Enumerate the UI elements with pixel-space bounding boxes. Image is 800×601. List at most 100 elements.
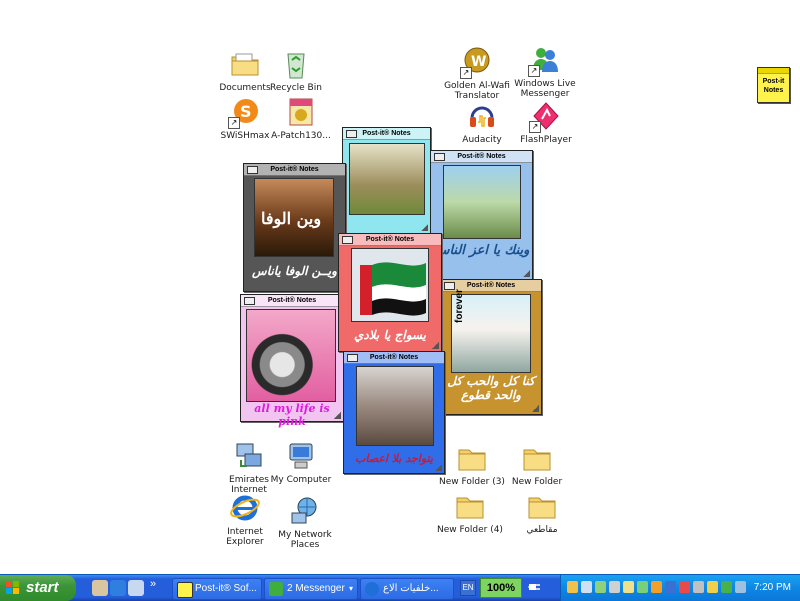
resize-grip[interactable]: [432, 342, 439, 349]
note-caption: وينك يا اعز الناس: [433, 243, 530, 258]
tray-icon-13[interactable]: [735, 581, 746, 593]
icon-label: Recycle Bin: [270, 83, 322, 93]
folder-icon: [521, 442, 553, 474]
desktop-icon-windows-live-messenger[interactable]: Windows Live Messenger: [508, 44, 582, 99]
task-label: Post-it® Sof...: [195, 583, 257, 594]
resize-grip[interactable]: [523, 270, 530, 277]
note-cyan[interactable]: Post-it® Notes: [342, 127, 431, 234]
messenger-tray-icon[interactable]: [595, 581, 606, 593]
computer-icon: [285, 440, 317, 472]
note-header: Post-it® Notes: [339, 234, 441, 246]
note-photo: [246, 309, 336, 402]
tray-icon-4[interactable]: [609, 581, 620, 593]
note-red[interactable]: Post-it® Notes يسواج يا بلادي: [338, 233, 442, 352]
desktop-icon-new-folder[interactable]: New Folder: [500, 442, 574, 487]
tray-icon-5[interactable]: [623, 581, 634, 593]
clock[interactable]: 7:20 PM: [754, 575, 791, 601]
note-header: Post-it® Notes: [431, 151, 532, 163]
photo-overlay-text: forever: [454, 289, 465, 323]
note-header: Post-it® Notes: [241, 295, 343, 307]
resize-grip[interactable]: [334, 412, 341, 419]
note-photo: [351, 248, 429, 322]
desktop-icon-my-network-places[interactable]: My Network Places: [268, 495, 342, 550]
post-it-widget[interactable]: Post-it Notes: [757, 67, 790, 103]
note-gray[interactable]: Post-it® Notes وين الوفا ويــن الوفا يان…: [243, 163, 346, 292]
swish-icon: S: [228, 96, 261, 129]
more-chevron-icon[interactable]: »: [150, 578, 156, 590]
note-lightblue[interactable]: Post-it® Notes وينك يا اعز الناس: [430, 150, 533, 280]
task-label: خلفيات الاع...: [383, 583, 439, 594]
note-blue[interactable]: Post-it® Notes يتواجد بلا اعصاب: [343, 351, 445, 474]
desktop-icon-new-folder-3[interactable]: New Folder (3): [435, 442, 509, 487]
tray-icon-8[interactable]: [665, 581, 676, 593]
tray-icon-7[interactable]: [651, 581, 662, 593]
tray-icon-10[interactable]: [693, 581, 704, 593]
icon-label: مقاطعي: [526, 525, 558, 535]
uae-flag-image: [352, 249, 428, 321]
note-header: Post-it® Notes: [244, 164, 345, 176]
network-computer-icon: [233, 440, 265, 472]
ie-icon: [229, 492, 261, 524]
photo-overlay-text: وين الوفا: [261, 209, 322, 228]
folder-icon: [229, 48, 261, 80]
desktop[interactable]: Documents Recycle Bin S SWiSHmax A-Patch…: [0, 0, 800, 570]
task-messenger[interactable]: 2 Messenger ▾: [264, 578, 358, 600]
media-icon[interactable]: [128, 580, 144, 596]
recycle-bin-icon: [280, 48, 312, 80]
start-button[interactable]: start: [0, 575, 76, 601]
desktop-icon-flashplayer[interactable]: FlashPlayer: [509, 100, 583, 145]
icon-label: Audacity: [462, 135, 502, 145]
system-tray: 7:20 PM: [560, 575, 800, 601]
patch-icon: [285, 96, 317, 128]
messenger-icon: [528, 44, 561, 77]
desktop-icon-recycle-bin[interactable]: Recycle Bin: [259, 48, 333, 93]
note-photo: [349, 143, 425, 215]
desktop-icon-audacity[interactable]: Audacity: [445, 100, 519, 145]
task-internet-explorer[interactable]: خلفيات الاع...: [360, 578, 454, 600]
resize-grip[interactable]: [532, 405, 539, 412]
tray-icon-9[interactable]: [679, 581, 690, 593]
note-caption: all my life is pink: [254, 402, 330, 428]
show-desktop-icon[interactable]: [92, 580, 108, 596]
note-caption: ويــن الوفا ياناس: [252, 264, 337, 278]
note-gold[interactable]: Post-it® Notes forever كنا كل والحب كل و…: [440, 279, 542, 415]
icon-label: Windows Live Messenger: [514, 79, 576, 99]
note-caption: يسواج يا بلادي: [354, 328, 426, 342]
task-label: 2 Messenger: [287, 583, 345, 594]
tray-icon-12[interactable]: [721, 581, 732, 593]
svg-text:W: W: [471, 54, 486, 70]
resize-grip[interactable]: [421, 224, 428, 231]
desktop-icon-apatch[interactable]: A-Patch130...: [264, 96, 338, 141]
desktop-icon-my-computer[interactable]: My Computer: [264, 440, 338, 485]
folder-icon: [526, 490, 558, 522]
translator-icon: W: [460, 46, 493, 79]
start-label: start: [26, 579, 59, 596]
widget-title: Post-it Notes: [762, 78, 785, 94]
zoom-indicator[interactable]: 100%: [480, 578, 522, 598]
desktop-icon-golden-translator[interactable]: W Golden Al-Wafi Translator: [440, 46, 514, 101]
tray-icon-11[interactable]: [707, 581, 718, 593]
icon-label: New Folder: [511, 477, 563, 487]
note-header: Post-it® Notes: [344, 352, 444, 364]
taskbar: start » Post-it® Sof... 2 Messenger ▾ خل…: [0, 574, 800, 601]
ie-quick-icon[interactable]: [110, 580, 126, 596]
desktop-icon-new-folder-4[interactable]: New Folder (4): [433, 490, 507, 535]
desktop-icon-my-clips[interactable]: مقاطعي: [505, 490, 579, 535]
icon-label: New Folder (4): [437, 525, 503, 535]
postit-task-icon: [177, 582, 193, 598]
note-photo: [443, 165, 521, 239]
volume-icon[interactable]: [581, 581, 592, 593]
note-photo: [356, 366, 434, 446]
note-pink[interactable]: Post-it® Notes all my life is pink: [240, 294, 344, 428]
icon-label: My Network Places: [278, 530, 332, 550]
note-photo: وين الوفا: [254, 178, 334, 257]
svg-text:S: S: [240, 102, 252, 121]
icon-label: FlashPlayer: [520, 135, 572, 145]
task-post-it-software[interactable]: Post-it® Sof...: [172, 578, 262, 600]
icon-label: A-Patch130...: [271, 131, 331, 141]
note-caption: يتواجد بلا اعصاب: [355, 452, 433, 465]
tray-icon-6[interactable]: [637, 581, 648, 593]
power-plug-icon[interactable]: [528, 581, 542, 593]
language-indicator[interactable]: EN: [460, 580, 476, 596]
user-icon[interactable]: [567, 581, 578, 593]
